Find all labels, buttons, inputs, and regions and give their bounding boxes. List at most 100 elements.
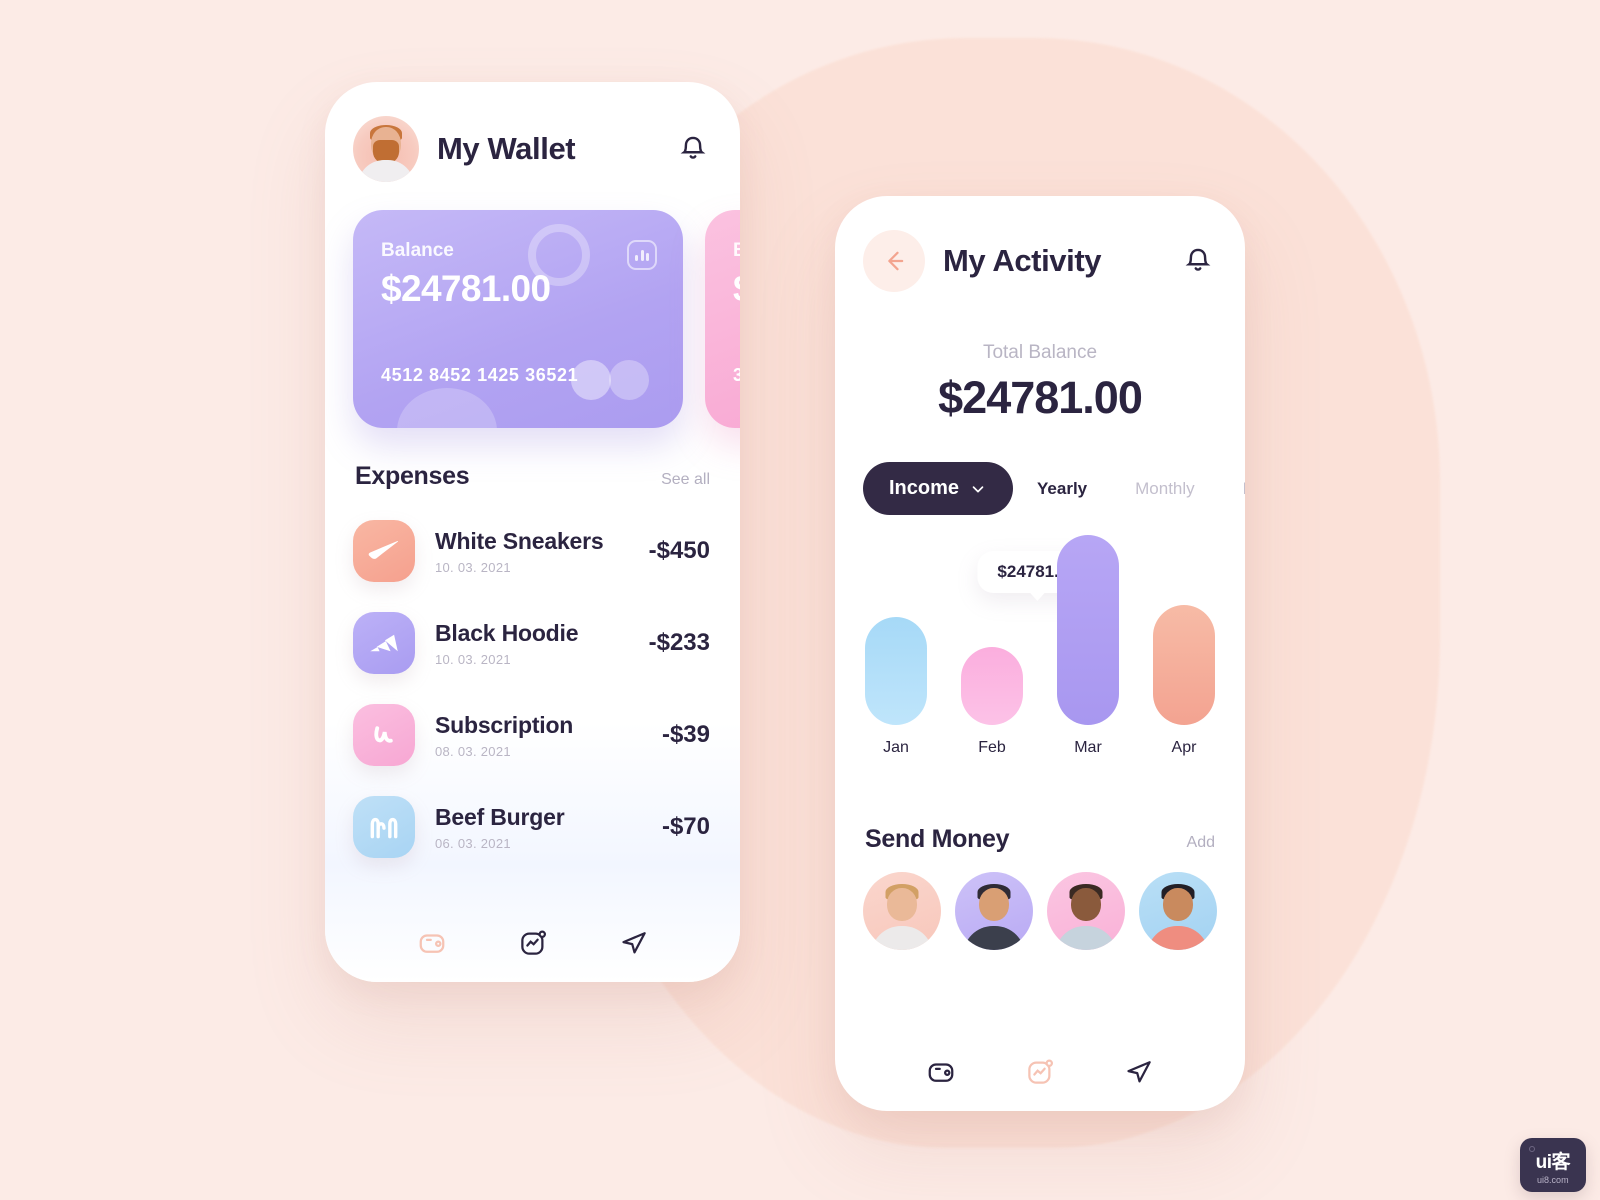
expense-date: 10. 03. 2021 bbox=[435, 559, 511, 575]
expense-name: White Sneakers bbox=[435, 527, 604, 554]
expense-text: Subscription 08. 03. 2021 bbox=[435, 712, 642, 759]
contact-head bbox=[887, 887, 917, 921]
list-item[interactable]: Subscription 08. 03. 2021 -$39 bbox=[353, 689, 710, 781]
chevron-down-icon bbox=[972, 485, 984, 492]
expense-text: White Sneakers 10. 03. 2021 bbox=[435, 528, 629, 575]
expense-amount: -$233 bbox=[648, 629, 710, 656]
chart-bar-feb[interactable]: Feb bbox=[961, 647, 1023, 757]
page-title: My Wallet bbox=[437, 131, 576, 166]
list-item[interactable]: Beef Burger 06. 03. 2021 -$70 bbox=[353, 781, 710, 873]
contact-avatar-1[interactable] bbox=[863, 872, 941, 950]
watermark-badge: ui客 ui8.com bbox=[1519, 1138, 1586, 1192]
card-blob-decoration bbox=[397, 388, 497, 428]
card-number: 4512 8452 1425 36521 bbox=[381, 365, 579, 385]
card-label: Balance bbox=[381, 240, 454, 261]
contact-body bbox=[963, 926, 1025, 950]
wallet-phone-screen: My Wallet Balance $24781.00 4512 8452 14… bbox=[325, 82, 740, 982]
tab-yearly[interactable]: Yearly bbox=[1013, 479, 1111, 499]
activity-phone-screen: My Activity Total Balance $24781.00 Inco… bbox=[835, 196, 1245, 1111]
chart-label-apr: Apr bbox=[1171, 739, 1197, 756]
expenses-title: Expenses bbox=[355, 462, 470, 490]
expense-name: Black Hoodie bbox=[435, 619, 579, 646]
expense-date: 08. 03. 2021 bbox=[435, 743, 511, 759]
expense-amount: -$70 bbox=[661, 813, 710, 840]
chart-bars: Jan Feb Mar Apr bbox=[865, 535, 1215, 757]
back-arrow-icon[interactable] bbox=[863, 230, 925, 292]
income-dropdown[interactable]: Income bbox=[863, 462, 1014, 515]
activity-bottom-nav bbox=[835, 1055, 1245, 1089]
bell-icon[interactable] bbox=[676, 132, 710, 166]
contact-head bbox=[1071, 887, 1101, 921]
expense-date: 10. 03. 2021 bbox=[435, 651, 511, 667]
activity-icon[interactable] bbox=[516, 926, 550, 960]
mcdonalds-icon bbox=[353, 796, 415, 858]
card-number-2: 354 bbox=[733, 365, 740, 385]
card-label-2: Balance bbox=[733, 240, 740, 261]
list-item[interactable]: White Sneakers 10. 03. 2021 -$450 bbox=[353, 505, 710, 597]
chart-bar-apr[interactable]: Apr bbox=[1153, 605, 1215, 757]
income-dropdown-label: Income bbox=[889, 477, 960, 499]
total-balance-amount: $24781.00 bbox=[938, 372, 1143, 423]
wallet-header: My Wallet bbox=[325, 82, 740, 182]
wallet-icon[interactable] bbox=[415, 926, 449, 960]
watermark-url: ui8.com bbox=[1537, 1175, 1569, 1185]
expense-name: Subscription bbox=[435, 711, 574, 738]
avatar[interactable] bbox=[353, 116, 419, 182]
card-amount: $24781.00 bbox=[381, 268, 551, 309]
screenshot-stage: My Wallet Balance $24781.00 4512 8452 14… bbox=[0, 0, 1600, 1200]
chart-label-feb: Feb bbox=[978, 739, 1006, 756]
expense-date: 06. 03. 2021 bbox=[435, 835, 511, 851]
contact-head bbox=[1163, 887, 1193, 921]
income-bar-chart: $24781.00 Jan Feb Mar Apr bbox=[835, 535, 1245, 791]
expense-text: Black Hoodie 10. 03. 2021 bbox=[435, 620, 629, 667]
balance-card-secondary[interactable]: Balance $3 354 bbox=[705, 210, 740, 428]
period-tabs: Yearly Monthly Daily bbox=[1013, 479, 1245, 499]
activity-header: My Activity bbox=[835, 196, 1245, 292]
nike-icon bbox=[353, 520, 415, 582]
page-title: My Activity bbox=[943, 243, 1102, 278]
watermark-dot bbox=[1528, 1146, 1535, 1152]
contact-body bbox=[1055, 926, 1117, 950]
watermark-label: ui客 bbox=[1535, 1152, 1571, 1173]
send-money-title: Send Money bbox=[865, 825, 1010, 853]
contact-head bbox=[979, 887, 1009, 921]
contact-body bbox=[1147, 926, 1209, 950]
balance-card-primary[interactable]: Balance $24781.00 4512 8452 1425 36521 bbox=[353, 210, 683, 428]
expense-amount: -$450 bbox=[648, 537, 710, 564]
adidas-icon bbox=[353, 612, 415, 674]
expense-name: Beef Burger bbox=[435, 803, 565, 830]
expense-amount: -$39 bbox=[661, 721, 710, 748]
contact-avatar-2[interactable] bbox=[955, 872, 1033, 950]
filter-row: Income Yearly Monthly Daily bbox=[835, 462, 1245, 515]
chart-bar-jan[interactable]: Jan bbox=[865, 617, 927, 757]
card-amount-2: $3 bbox=[733, 268, 740, 310]
contacts-list bbox=[835, 854, 1245, 950]
bell-icon[interactable] bbox=[1181, 244, 1215, 278]
send-icon[interactable] bbox=[1122, 1055, 1156, 1089]
chart-label-jan: Jan bbox=[883, 739, 909, 756]
expenses-section-header: Expenses See all bbox=[325, 462, 740, 491]
chart-bar-mar[interactable]: Mar bbox=[1057, 535, 1119, 757]
tab-daily[interactable]: Daily bbox=[1219, 479, 1245, 499]
send-icon[interactable] bbox=[617, 926, 651, 960]
add-contact-link[interactable]: Add bbox=[1187, 834, 1215, 852]
expenses-list: White Sneakers 10. 03. 2021 -$450 Black … bbox=[325, 491, 740, 873]
contact-body bbox=[871, 926, 933, 950]
list-item[interactable]: Black Hoodie 10. 03. 2021 -$233 bbox=[353, 597, 710, 689]
contact-avatar-4[interactable] bbox=[1139, 872, 1217, 950]
chart-label-mar: Mar bbox=[1074, 739, 1102, 756]
mastercard-icon bbox=[571, 360, 649, 400]
subscription-icon bbox=[353, 704, 415, 766]
wallet-icon[interactable] bbox=[924, 1055, 958, 1089]
see-all-link[interactable]: See all bbox=[661, 471, 710, 489]
balance-cards-carousel[interactable]: Balance $24781.00 4512 8452 1425 36521 B… bbox=[325, 210, 740, 428]
contact-avatar-3[interactable] bbox=[1047, 872, 1125, 950]
total-balance-block: Total Balance $24781.00 bbox=[835, 342, 1245, 424]
wallet-bottom-nav bbox=[325, 926, 740, 960]
activity-icon[interactable] bbox=[1023, 1055, 1057, 1089]
total-balance-label: Total Balance bbox=[982, 342, 1098, 363]
expense-text: Beef Burger 06. 03. 2021 bbox=[435, 804, 642, 851]
tab-monthly[interactable]: Monthly bbox=[1111, 479, 1219, 499]
send-money-header: Send Money Add bbox=[835, 825, 1245, 854]
avatar-body bbox=[358, 160, 414, 182]
